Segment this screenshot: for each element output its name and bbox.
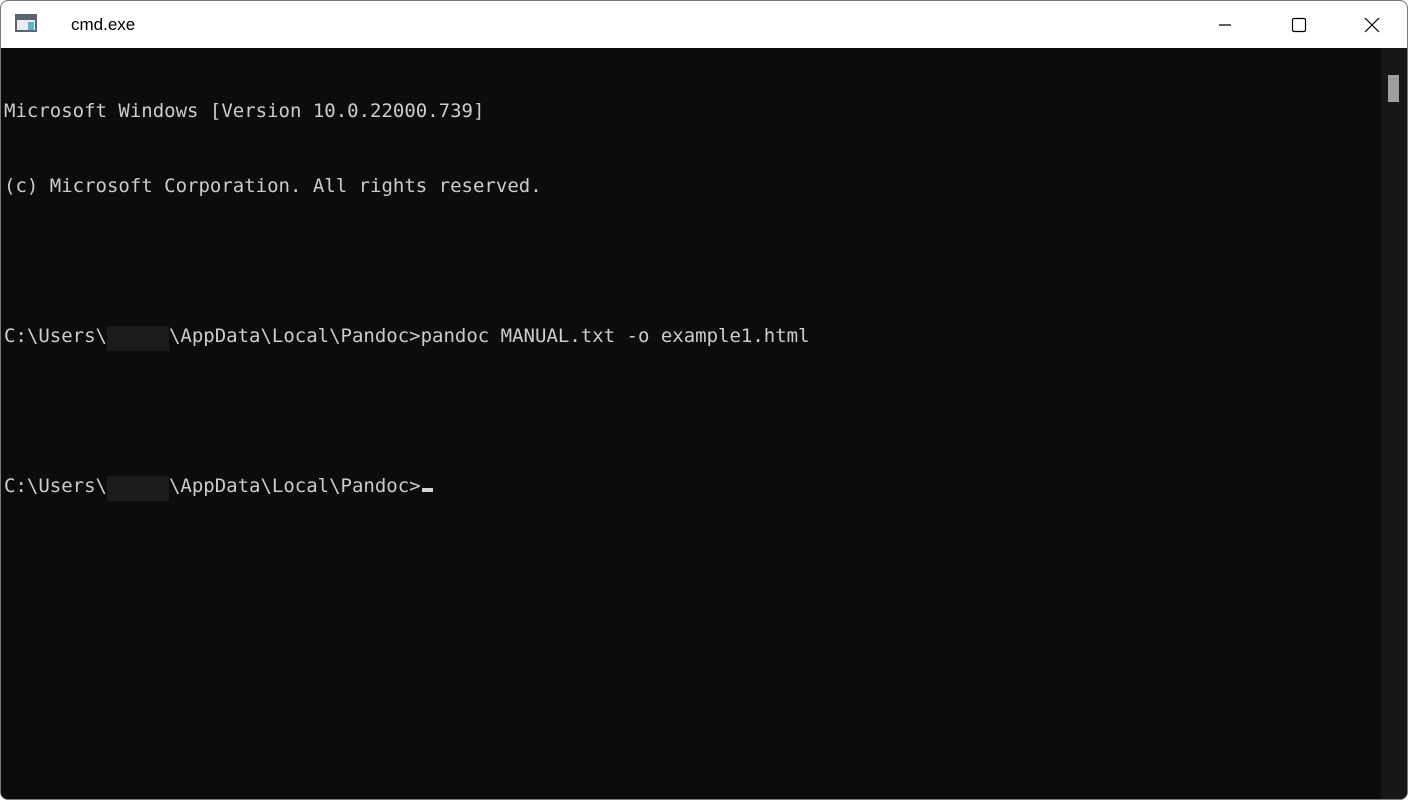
console-line: (c) Microsoft Corporation. All rights re… [4,175,542,197]
maximize-icon [1291,17,1307,32]
path-prefix: C:\Users\ [4,325,107,347]
scrollbar-thumb[interactable] [1388,75,1399,102]
console-prompt-line[interactable]: C:\Users\ \AppData\Local\Pandoc> [4,474,810,501]
path-prefix: C:\Users\ [4,475,107,497]
minimize-button[interactable] [1188,1,1262,48]
path-suffix-command: \AppData\Local\Pandoc>pandoc MANUAL.txt … [168,325,810,347]
close-button[interactable] [1335,1,1407,48]
console-output[interactable]: Microsoft Windows [Version 10.0.22000.73… [1,48,1381,799]
console-text-area[interactable]: Microsoft Windows [Version 10.0.22000.73… [4,49,810,549]
redacted-username [106,326,169,351]
console-window: cmd.exe Microsoft Windows [Version 10.0.… [0,0,1408,800]
console-app-icon[interactable] [15,14,37,32]
vertical-scrollbar[interactable] [1381,48,1407,799]
redacted-username [106,476,169,501]
text-cursor [421,488,433,492]
window-title: cmd.exe [71,15,136,34]
minimize-icon [1219,23,1231,26]
maximize-button[interactable] [1262,1,1336,48]
title-bar[interactable]: cmd.exe [1,1,1407,48]
prompt: \AppData\Local\Pandoc> [168,475,421,497]
console-line: C:\Users\ \AppData\Local\Pandoc>pandoc MA… [4,324,810,351]
close-icon [1364,17,1380,32]
console-line: Microsoft Windows [Version 10.0.22000.73… [4,100,485,122]
